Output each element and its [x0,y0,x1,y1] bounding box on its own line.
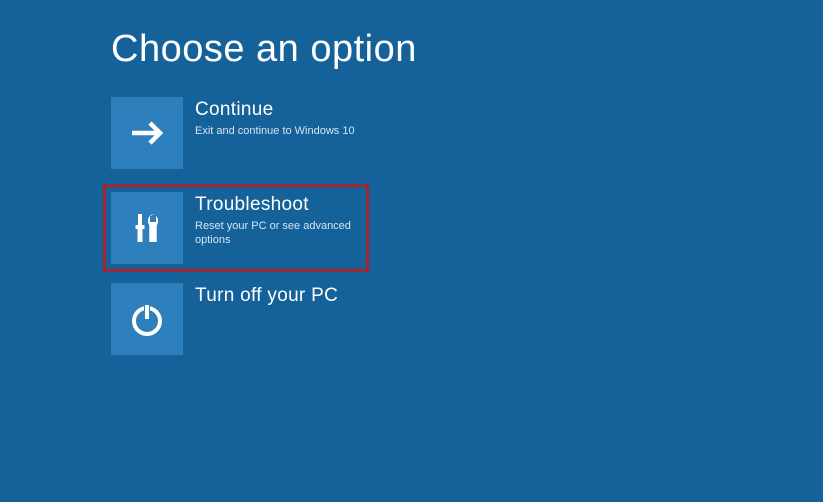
power-icon [111,283,183,355]
option-turnoff-text: Turn off your PC [183,283,338,310]
option-continue-desc: Exit and continue to Windows 10 [195,124,355,138]
option-troubleshoot-title: Troubleshoot [195,194,361,217]
options-list: Continue Exit and continue to Windows 10… [0,97,823,355]
option-continue-text: Continue Exit and continue to Windows 10 [183,97,355,138]
arrow-right-icon [111,97,183,169]
option-turnoff-title: Turn off your PC [195,285,338,308]
option-troubleshoot-desc: Reset your PC or see advanced options [195,219,361,248]
option-turnoff[interactable]: Turn off your PC [111,283,366,355]
page-title: Choose an option [0,0,823,71]
tools-icon [111,192,183,264]
option-troubleshoot[interactable]: Troubleshoot Reset your PC or see advanc… [103,184,369,272]
option-continue[interactable]: Continue Exit and continue to Windows 10 [111,97,366,169]
option-troubleshoot-text: Troubleshoot Reset your PC or see advanc… [183,192,361,247]
option-continue-title: Continue [195,99,355,122]
